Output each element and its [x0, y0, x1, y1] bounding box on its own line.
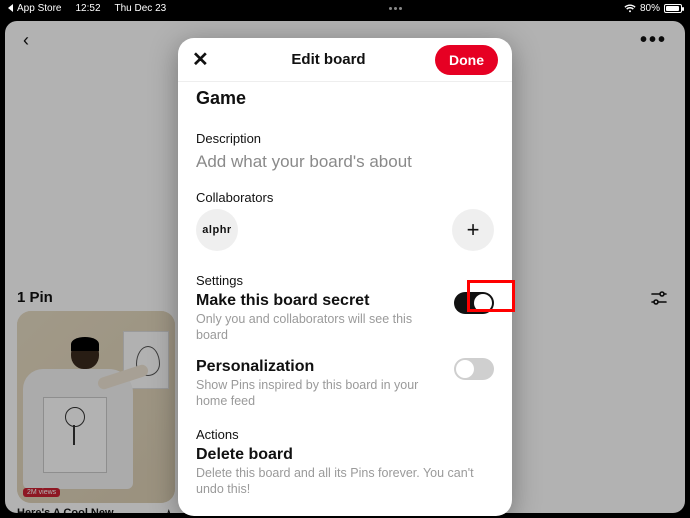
wifi-icon: [624, 4, 636, 13]
back-triangle-icon[interactable]: [8, 4, 13, 12]
settings-label: Settings: [196, 273, 494, 288]
description-label: Description: [196, 131, 494, 146]
actions-label: Actions: [196, 427, 494, 442]
board-name-field[interactable]: Game: [196, 88, 494, 109]
personalization-row: Personalization Show Pins inspired by th…: [196, 358, 494, 410]
secret-board-title: Make this board secret: [196, 292, 438, 310]
done-button[interactable]: Done: [435, 45, 498, 75]
delete-board-row[interactable]: Delete board Delete this board and all i…: [196, 446, 494, 497]
modal-title: Edit board: [291, 51, 365, 68]
status-date: Thu Dec 23: [115, 3, 167, 14]
edit-board-modal: ✕ Edit board Done Game Description Colla…: [178, 38, 512, 516]
delete-board-subtitle: Delete this board and all its Pins forev…: [196, 466, 494, 497]
description-input[interactable]: [196, 150, 494, 190]
plus-icon: +: [467, 217, 480, 243]
personalization-toggle[interactable]: [454, 358, 494, 380]
back-app-label[interactable]: App Store: [17, 3, 61, 14]
status-bar: App Store 12:52 Thu Dec 23 80%: [0, 0, 690, 16]
personalization-subtitle: Show Pins inspired by this board in your…: [196, 378, 438, 409]
secret-board-subtitle: Only you and collaborators will see this…: [196, 312, 438, 343]
secret-board-toggle[interactable]: [454, 292, 494, 314]
collaborators-label: Collaborators: [196, 190, 494, 205]
add-collaborator-button[interactable]: +: [452, 209, 494, 251]
collaborator-avatar[interactable]: alphr: [196, 209, 238, 251]
battery-percent: 80%: [640, 3, 660, 14]
personalization-title: Personalization: [196, 358, 438, 376]
secret-board-row: Make this board secret Only you and coll…: [196, 292, 494, 344]
modal-header: ✕ Edit board Done: [178, 38, 512, 82]
battery-icon: [664, 4, 682, 13]
multitask-dots[interactable]: [166, 7, 624, 10]
delete-board-title: Delete board: [196, 446, 494, 464]
close-icon[interactable]: ✕: [192, 47, 222, 72]
status-time: 12:52: [75, 3, 100, 14]
